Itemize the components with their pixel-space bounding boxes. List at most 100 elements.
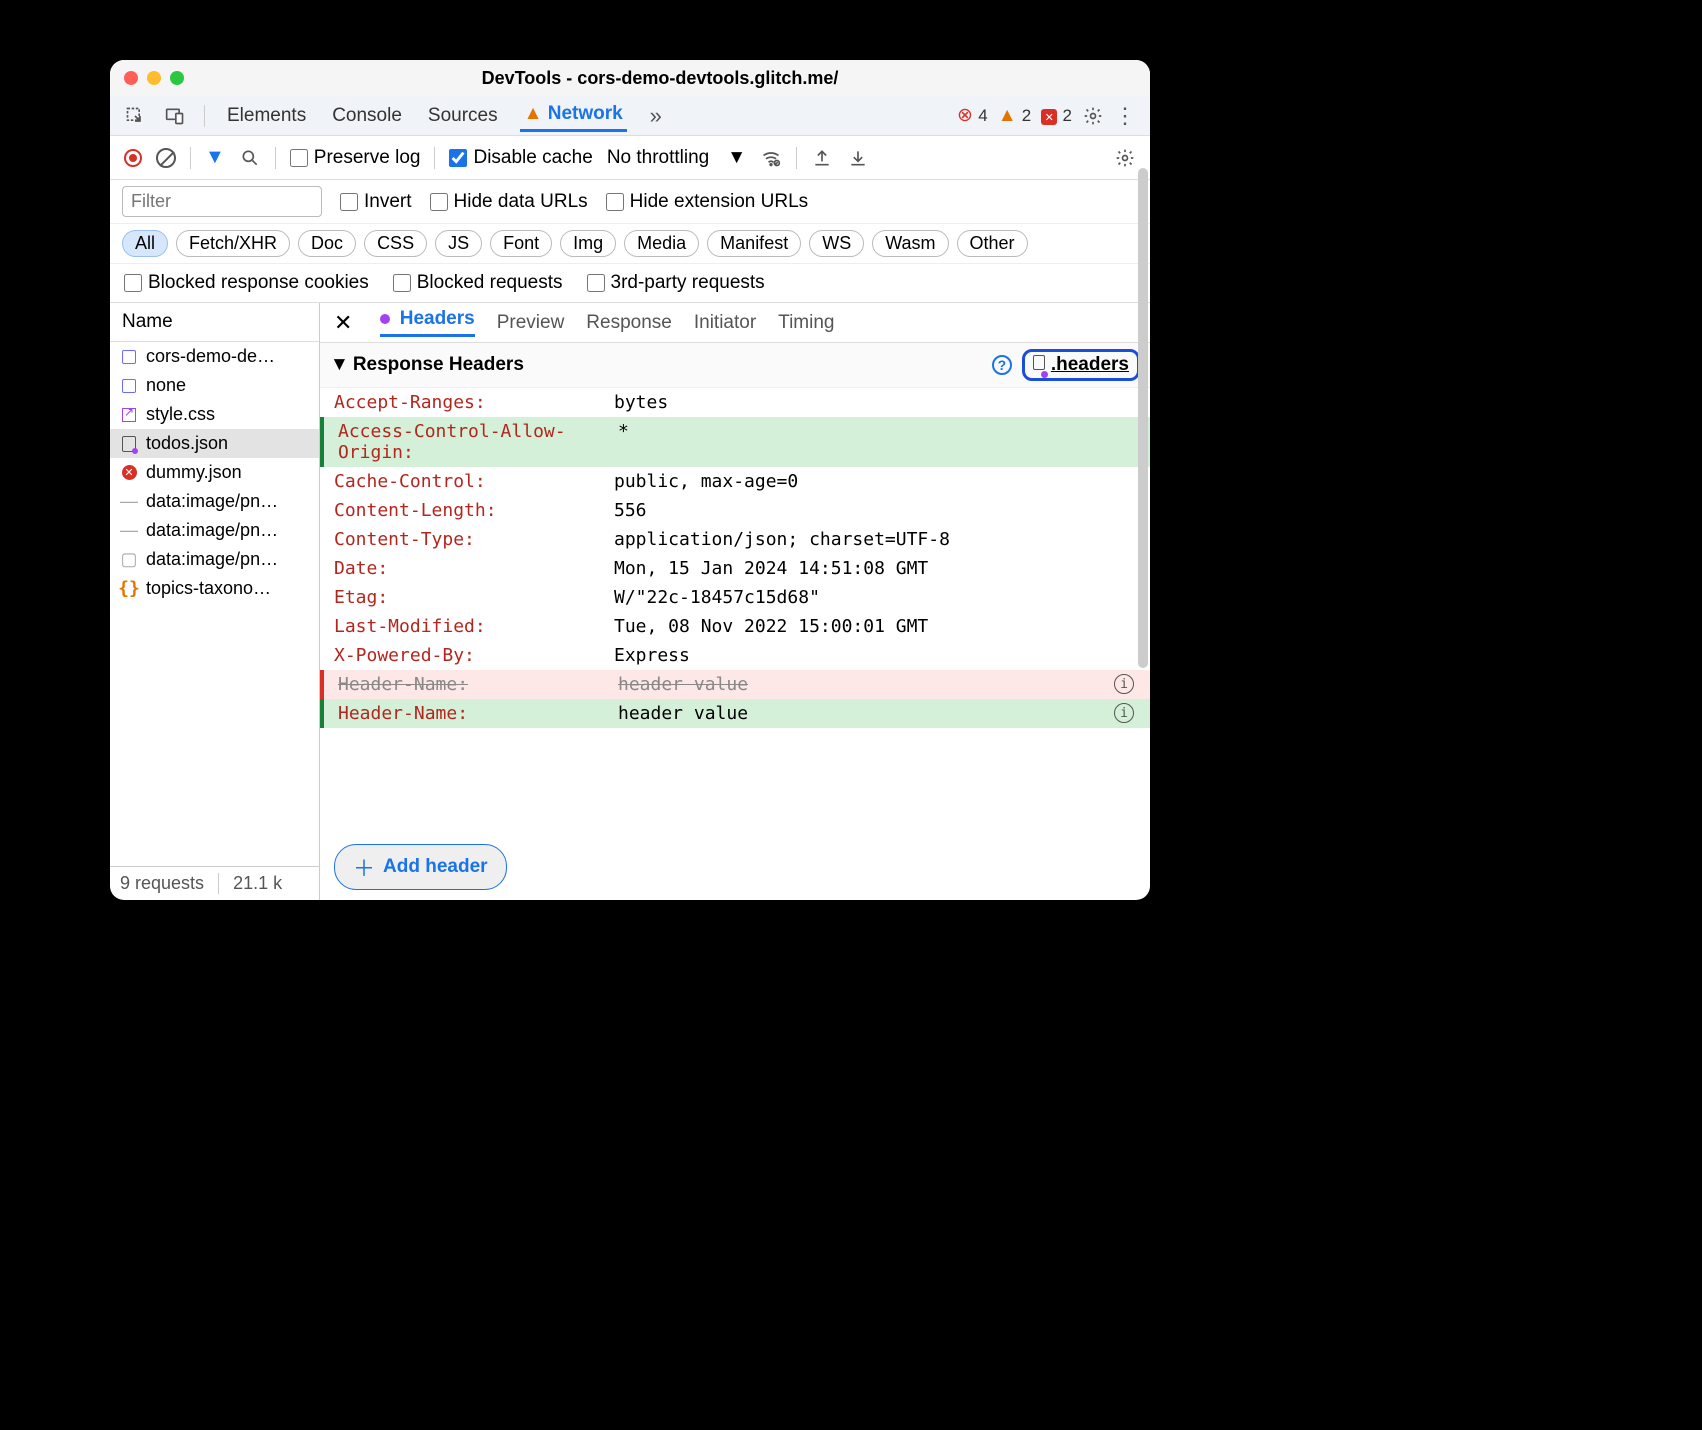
tab-sources[interactable]: Sources <box>424 101 502 131</box>
chip-other[interactable]: Other <box>957 230 1028 257</box>
request-row[interactable]: todos.json <box>110 429 319 458</box>
wifi-icon[interactable] <box>760 147 782 169</box>
request-name: topics-taxono… <box>146 578 271 599</box>
chip-doc[interactable]: Doc <box>298 230 356 257</box>
filter-bar: Invert Hide data URLs Hide extension URL… <box>110 180 1150 224</box>
upload-icon[interactable] <box>811 147 833 169</box>
inspect-icon[interactable] <box>124 105 146 127</box>
third-party-label: 3rd-party requests <box>611 272 765 294</box>
warning-count[interactable]: ▲ 2 <box>998 105 1032 127</box>
tab-console[interactable]: Console <box>328 101 406 131</box>
hide-extension-urls-checkbox[interactable]: Hide extension URLs <box>606 191 808 213</box>
headers-table: Accept-Ranges:bytesAccess-Control-Allow-… <box>320 388 1150 834</box>
filter-input[interactable] <box>122 186 322 217</box>
request-row[interactable]: ▢data:image/pn… <box>110 545 319 574</box>
request-row[interactable]: ✕dummy.json <box>110 458 319 487</box>
headers-override-link[interactable]: .headers <box>1022 349 1140 381</box>
status-bar: 9 requests 21.1 k <box>110 866 319 900</box>
chip-img[interactable]: Img <box>560 230 616 257</box>
header-key: Etag: <box>334 587 614 608</box>
tab-headers-label: Headers <box>400 308 475 329</box>
download-icon[interactable] <box>847 147 869 169</box>
request-name: todos.json <box>146 433 228 454</box>
header-row: X-Powered-By:Express <box>320 641 1150 670</box>
chip-css[interactable]: CSS <box>364 230 427 257</box>
throttling-dropdown[interactable]: No throttling ▼ <box>607 147 746 169</box>
help-icon[interactable]: ? <box>992 355 1012 375</box>
extra-filters: Blocked response cookies Blocked request… <box>110 264 1150 303</box>
chip-manifest[interactable]: Manifest <box>707 230 801 257</box>
tab-headers[interactable]: Headers <box>380 308 474 337</box>
blocked-cookies-checkbox[interactable]: Blocked response cookies <box>124 272 369 294</box>
blocked-requests-label: Blocked requests <box>417 272 563 294</box>
close-details-icon[interactable]: ✕ <box>334 310 352 336</box>
zoom-window-icon[interactable] <box>170 71 184 85</box>
chip-wasm[interactable]: Wasm <box>872 230 948 257</box>
more-tabs-icon[interactable]: » <box>645 105 667 127</box>
filter-icon[interactable]: ▼ <box>205 146 225 169</box>
chip-all[interactable]: All <box>122 230 168 257</box>
hide-data-urls-checkbox[interactable]: Hide data URLs <box>430 191 588 213</box>
override-dot-icon <box>380 314 390 324</box>
panel-settings-gear-icon[interactable] <box>1114 147 1136 169</box>
tab-preview[interactable]: Preview <box>497 312 565 334</box>
issue-count[interactable]: ✕ 2 <box>1041 105 1072 127</box>
add-header-button[interactable]: ＋ Add header <box>334 844 507 890</box>
chip-fetch-xhr[interactable]: Fetch/XHR <box>176 230 290 257</box>
chip-js[interactable]: JS <box>435 230 482 257</box>
tab-network[interactable]: ▲ Network <box>520 99 627 132</box>
chip-font[interactable]: Font <box>490 230 552 257</box>
chip-media[interactable]: Media <box>624 230 699 257</box>
header-value: 556 <box>614 500 647 521</box>
headers-link-label: .headers <box>1051 354 1129 376</box>
device-toggle-icon[interactable] <box>164 105 186 127</box>
response-headers-section[interactable]: ▼ Response Headers ? .headers <box>320 343 1150 388</box>
header-key: Header-Name: <box>338 703 618 724</box>
separator <box>434 147 435 169</box>
chip-ws[interactable]: WS <box>809 230 864 257</box>
tab-initiator[interactable]: Initiator <box>694 312 756 334</box>
blocked-requests-checkbox[interactable]: Blocked requests <box>393 272 563 294</box>
info-icon[interactable]: i <box>1114 674 1134 694</box>
error-count[interactable]: ⊗ 4 <box>957 104 988 127</box>
plus-icon: ＋ <box>353 851 375 883</box>
record-icon[interactable] <box>124 149 142 167</box>
clear-icon[interactable] <box>156 148 176 168</box>
scrollbar[interactable] <box>1138 168 1148 668</box>
request-row[interactable]: none <box>110 371 319 400</box>
header-key: X-Powered-By: <box>334 645 614 666</box>
header-row: Cache-Control:public, max-age=0 <box>320 467 1150 496</box>
header-key: Content-Type: <box>334 529 614 550</box>
blocked-cookies-label: Blocked response cookies <box>148 272 369 294</box>
info-icon[interactable]: i <box>1114 703 1134 723</box>
minimize-window-icon[interactable] <box>147 71 161 85</box>
request-row[interactable]: {}topics-taxono… <box>110 574 319 603</box>
tab-response[interactable]: Response <box>586 312 672 334</box>
request-row[interactable]: cors-demo-de… <box>110 342 319 371</box>
request-row[interactable]: —data:image/pn… <box>110 516 319 545</box>
tab-timing[interactable]: Timing <box>778 312 834 334</box>
kebab-menu-icon[interactable]: ⋮ <box>1114 105 1136 127</box>
header-row: Content-Type:application/json; charset=U… <box>320 525 1150 554</box>
settings-gear-icon[interactable] <box>1082 105 1104 127</box>
third-party-checkbox[interactable]: 3rd-party requests <box>587 272 765 294</box>
header-value: bytes <box>614 392 668 413</box>
search-icon[interactable] <box>239 147 261 169</box>
disable-cache-checkbox[interactable]: Disable cache <box>449 147 592 169</box>
tab-elements[interactable]: Elements <box>223 101 310 131</box>
close-window-icon[interactable] <box>124 71 138 85</box>
invert-checkbox[interactable]: Invert <box>340 191 412 213</box>
section-title: Response Headers <box>353 354 524 376</box>
request-name: data:image/pn… <box>146 491 278 512</box>
header-value: header value <box>618 674 748 695</box>
main-tabbar: Elements Console Sources ▲ Network » ⊗ 4… <box>110 96 1150 136</box>
name-column-header[interactable]: Name <box>110 303 319 342</box>
request-count: 9 requests <box>120 873 204 894</box>
invert-label: Invert <box>364 191 412 213</box>
request-name: data:image/pn… <box>146 520 278 541</box>
header-key: Header-Name: <box>338 674 618 695</box>
request-row[interactable]: style.css <box>110 400 319 429</box>
devtools-window: DevTools - cors-demo-devtools.glitch.me/… <box>110 60 1150 900</box>
request-row[interactable]: —data:image/pn… <box>110 487 319 516</box>
preserve-log-checkbox[interactable]: Preserve log <box>290 147 421 169</box>
